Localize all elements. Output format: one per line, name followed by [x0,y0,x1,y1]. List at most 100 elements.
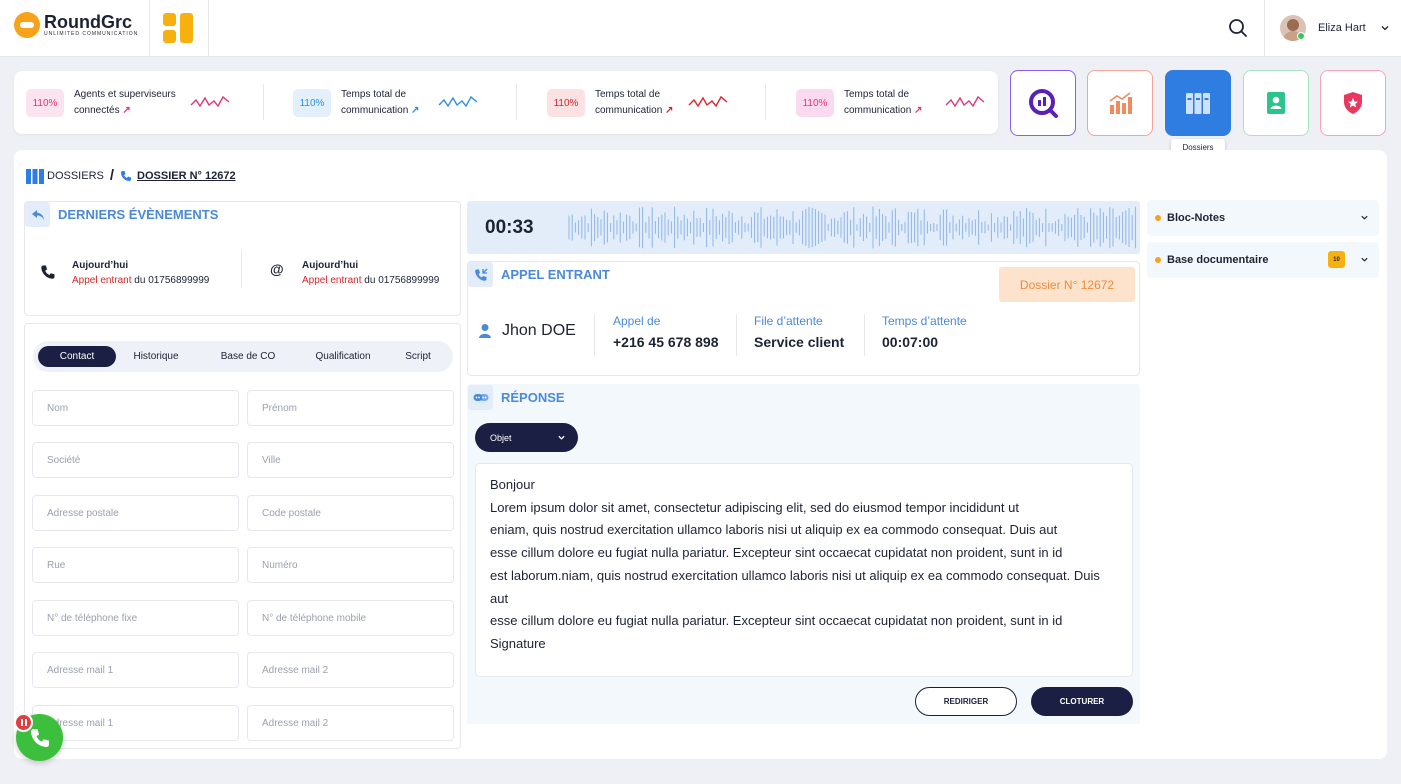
contacts-button[interactable] [1243,70,1309,136]
reponse-line: Bonjour [490,477,535,492]
contact-book-icon [1267,92,1285,114]
phone-mobile-field[interactable]: N° de téléphone mobile [247,600,454,636]
ville-field[interactable]: Ville [247,442,454,478]
kpi-label: communication [595,105,663,116]
reponse-line: eniam, quis nostrud exercitation ullamco… [490,522,1058,538]
kpi-label: Temps total de [844,89,910,100]
event-item-email[interactable]: @ Aujourd’hui Appel entrant du 017568999… [270,258,439,288]
reponse-title: RÉPONSE [501,390,565,405]
events-title: DERNIERS ÉVÈNEMENTS [58,207,219,222]
chevron-down-icon [1381,26,1389,31]
kpi-label: connectés [74,105,120,116]
folders-icon [1186,93,1210,114]
events-header: DERNIERS ÉVÈNEMENTS [25,202,218,227]
prenom-field[interactable]: Prénom [247,390,454,426]
email-1-field[interactable]: Adresse mail 1 [32,705,239,741]
reponse-signature: Signature [490,635,546,651]
reponse-line: esse cillum dolore eu fugiat nulla paria… [490,545,1063,561]
tab-qualification[interactable]: Qualification [301,346,385,367]
tab-historique[interactable]: Historique [121,346,191,367]
kpi-comm-time: 110% Temps total de communication ↗ [293,87,419,119]
kpi-comm-time: 110% Temps total de communication ↗ [796,87,922,119]
sidebar-item-label: Bloc-Notes [1167,212,1226,224]
email-2-field[interactable]: Adresse mail 2 [247,705,454,741]
kpi-comm-time: 110% Temps total de communication ↗ [547,87,673,119]
event-number: 01756899999 [148,275,210,286]
divider [263,84,264,120]
phone-fixed-field[interactable]: N° de téléphone fixe [32,600,239,636]
sparkline-icon [945,95,985,108]
objet-select[interactable]: Objet [475,423,578,452]
tab-script[interactable]: Script [395,346,441,367]
call-queue: File d’attente Service client [754,314,844,350]
call-wait-label: Temps d’attente [882,314,967,328]
phone-icon [41,265,55,279]
kpi-label: Temps total de [341,89,407,100]
divider [1264,0,1265,57]
divider [516,84,517,120]
incoming-call-icon [468,262,493,287]
numero-field[interactable]: Numéro [247,547,454,583]
kpi-label: Temps total de [595,89,661,100]
logo-mark-icon [14,12,40,38]
trend-up-icon: ↗ [411,105,420,116]
search-icon[interactable] [1226,16,1250,40]
count-badge: 10 [1328,251,1345,268]
chevron-down-icon [1361,215,1368,220]
app-logo[interactable]: RoundGrc UNLIMITED COMMUNICATION [14,12,138,38]
call-queue-value: Service client [754,334,845,350]
kpi-value: 110% [547,89,585,117]
reponse-header: RÉPONSE [468,385,565,410]
call-from-value: +216 45 678 898 [613,334,719,350]
audio-player[interactable]: 00:33 [467,201,1140,254]
divider [241,250,242,288]
sidebar-item-base-documentaire[interactable]: Base documentaire 10 [1147,242,1379,278]
statistics-button[interactable] [1087,70,1153,136]
phone-icon [30,728,49,747]
email-1-field[interactable]: Adresse mail 1 [32,652,239,688]
security-button[interactable] [1320,70,1386,136]
redirect-button[interactable]: REDIRIGER [915,687,1017,716]
reponse-textarea[interactable]: Bonjour Lorem ipsum dolor sit amet, cons… [475,463,1133,677]
breadcrumb-root[interactable]: DOSSIERS [47,170,104,182]
code-postale-field[interactable]: Code postale [247,495,454,531]
tab-base-co[interactable]: Base de CO [209,346,287,367]
call-timer: 00:33 [485,217,534,238]
sidebar-item-bloc-notes[interactable]: Bloc-Notes [1147,200,1379,236]
kpi-label: communication [341,105,409,116]
event-item-phone[interactable]: Aujourd’hui Appel entrant du 01756899999 [40,258,209,288]
apps-grid-icon[interactable] [163,13,193,43]
top-bar: RoundGrc UNLIMITED COMMUNICATION Eliza H… [0,0,1401,57]
adresse-postale-field[interactable]: Adresse postale [32,495,239,531]
rue-field[interactable]: Rue [32,547,239,583]
waveform-icon[interactable] [567,201,1139,254]
dossiers-button[interactable] [1165,70,1231,136]
call-queue-label: File d’attente [754,314,823,328]
nom-field[interactable]: Nom [32,390,239,426]
call-wait: Temps d’attente 00:07:00 [882,314,967,350]
tab-contact[interactable]: Contact [38,346,116,367]
event-number: 01756899999 [378,275,440,286]
reports-button[interactable] [1010,70,1076,136]
breadcrumb: DOSSIERS / DOSSIER N° 12672 [26,167,236,184]
call-from: Appel de +216 45 678 898 [613,314,719,350]
close-dossier-button[interactable]: CLOTURER [1031,687,1133,716]
kpi-bar: 110% Agents et superviseurs connectés ↗ 1… [14,71,998,134]
online-status-dot [1297,32,1305,40]
dossier-badge[interactable]: Dossier N° 12672 [999,267,1135,302]
bar-chart-icon [1109,92,1132,114]
phone-icon [121,170,132,181]
user-name: Eliza Hart [1318,22,1366,34]
sparkline-icon [190,95,230,108]
breadcrumb-current[interactable]: DOSSIER N° 12672 [137,170,236,182]
societe-field[interactable]: Société [32,442,239,478]
chevron-down-icon [558,435,565,440]
chevron-down-icon [1361,257,1368,262]
trend-up-icon: ↗ [665,105,674,116]
user-icon [479,324,491,338]
divider [208,0,209,57]
tab-bar: Contact Historique Base de CO Qualificat… [33,341,453,372]
pause-icon[interactable] [14,713,33,732]
kpi-value: 110% [26,89,64,117]
email-2-field[interactable]: Adresse mail 2 [247,652,454,688]
